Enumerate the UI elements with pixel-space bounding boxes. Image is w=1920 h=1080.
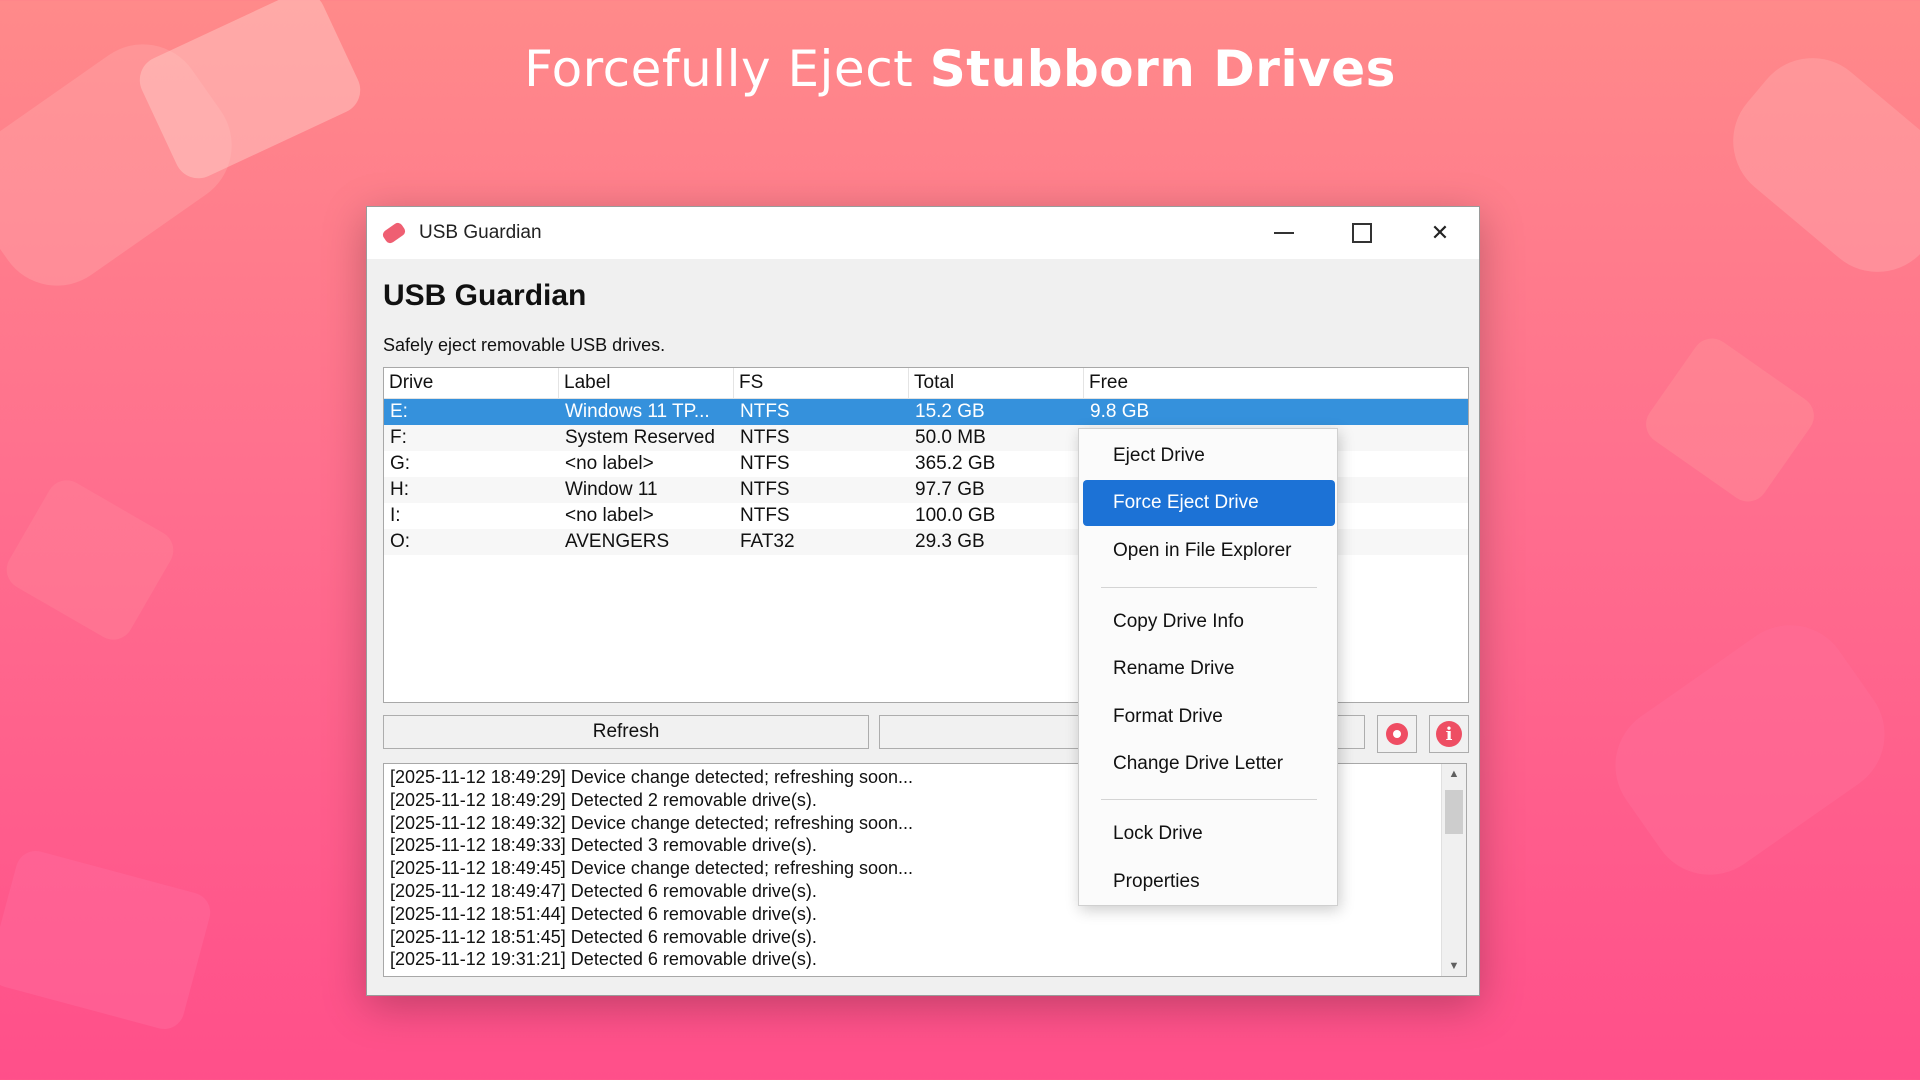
- gear-icon: [1386, 723, 1408, 745]
- close-button[interactable]: ✕: [1401, 207, 1479, 259]
- cell-total: 50.0 MB: [915, 427, 986, 448]
- promo-headline: Forcefully Eject Stubborn Drives: [0, 40, 1920, 98]
- cell-fs: NTFS: [740, 479, 790, 500]
- menu-item-lock-drive[interactable]: Lock Drive: [1083, 811, 1335, 857]
- log-scrollbar[interactable]: ▲ ▼: [1441, 764, 1466, 976]
- menu-item-force-eject-drive[interactable]: Force Eject Drive: [1083, 480, 1335, 526]
- menu-item-properties[interactable]: Properties: [1083, 859, 1335, 905]
- column-header-label[interactable]: Label: [559, 368, 734, 398]
- cell-free: 9.8 GB: [1090, 401, 1150, 422]
- headline-bold: Stubborn Drives: [929, 40, 1396, 98]
- cell-total: 365.2 GB: [915, 453, 996, 474]
- cell-label: <no label>: [565, 453, 654, 474]
- info-button[interactable]: i: [1429, 715, 1469, 753]
- log-line: [2025-11-12 18:51:45] Detected 6 removab…: [390, 926, 817, 947]
- cell-fs: NTFS: [740, 453, 790, 474]
- cell-label: AVENGERS: [565, 531, 670, 552]
- minimize-icon: [1274, 232, 1294, 234]
- scroll-thumb[interactable]: [1445, 790, 1463, 834]
- window-title: USB Guardian: [419, 222, 542, 243]
- cell-fs: NTFS: [740, 401, 790, 422]
- cell-drive: H:: [390, 479, 409, 500]
- title-bar[interactable]: USB Guardian ✕: [367, 207, 1479, 259]
- scroll-up-icon[interactable]: ▲: [1442, 764, 1466, 784]
- menu-item-rename-drive[interactable]: Rename Drive: [1083, 646, 1335, 692]
- usb-decoration-icon: [1591, 601, 1909, 899]
- cell-label: Windows 11 TP...: [565, 401, 710, 422]
- menu-item-change-drive-letter[interactable]: Change Drive Letter: [1083, 741, 1335, 787]
- usb-decoration-icon: [1638, 330, 1822, 510]
- settings-button[interactable]: [1377, 715, 1417, 753]
- usb-decoration-icon: [0, 473, 181, 647]
- minimize-button[interactable]: [1245, 207, 1323, 259]
- cell-fs: NTFS: [740, 505, 790, 526]
- menu-separator: [1101, 799, 1317, 800]
- drive-context-menu: Eject Drive Force Eject Drive Open in File…: [1078, 428, 1338, 906]
- menu-item-open-in-file-explorer[interactable]: Open in File Explorer: [1083, 528, 1335, 574]
- scroll-down-icon[interactable]: ▼: [1442, 956, 1466, 976]
- cell-total: 29.3 GB: [915, 531, 985, 552]
- log-line: [2025-11-12 18:51:44] Detected 6 removab…: [390, 903, 817, 924]
- column-header-total[interactable]: Total: [909, 368, 1084, 398]
- cell-label: <no label>: [565, 505, 654, 526]
- maximize-button[interactable]: [1323, 207, 1401, 259]
- list-header: Drive Label FS Total Free: [384, 368, 1468, 399]
- page-title: USB Guardian: [383, 279, 587, 312]
- cell-total: 100.0 GB: [915, 505, 996, 526]
- usb-drive-icon: [381, 220, 407, 246]
- cell-drive: I:: [390, 505, 401, 526]
- cell-drive: G:: [390, 453, 411, 474]
- cell-label: Window 11: [565, 479, 658, 500]
- cell-label: System Reserved: [565, 427, 715, 448]
- cell-fs: FAT32: [740, 531, 795, 552]
- headline-normal: Forcefully Eject: [524, 40, 914, 98]
- page-subtitle: Safely eject removable USB drives.: [383, 335, 666, 355]
- maximize-icon: [1352, 223, 1372, 243]
- cell-total: 15.2 GB: [915, 401, 985, 422]
- cell-drive: E:: [390, 401, 408, 422]
- usb-decoration-icon: [0, 846, 215, 1034]
- column-header-fs[interactable]: FS: [734, 368, 909, 398]
- menu-item-eject-drive[interactable]: Eject Drive: [1083, 433, 1335, 479]
- log-line: [2025-11-12 19:31:21] Detected 6 removab…: [390, 949, 817, 970]
- close-icon: ✕: [1430, 220, 1450, 245]
- cell-total: 97.7 GB: [915, 479, 985, 500]
- cell-drive: F:: [390, 427, 407, 448]
- info-icon: i: [1436, 721, 1462, 747]
- menu-item-format-drive[interactable]: Format Drive: [1083, 694, 1335, 740]
- cell-fs: NTFS: [740, 427, 790, 448]
- refresh-button[interactable]: Refresh: [383, 715, 869, 749]
- column-header-free[interactable]: Free: [1084, 368, 1468, 398]
- table-row[interactable]: E: Windows 11 TP... NTFS 15.2 GB 9.8 GB: [384, 399, 1468, 425]
- cell-drive: O:: [390, 531, 411, 552]
- menu-separator: [1101, 587, 1317, 588]
- menu-item-copy-drive-info[interactable]: Copy Drive Info: [1083, 599, 1335, 645]
- column-header-drive[interactable]: Drive: [384, 368, 559, 398]
